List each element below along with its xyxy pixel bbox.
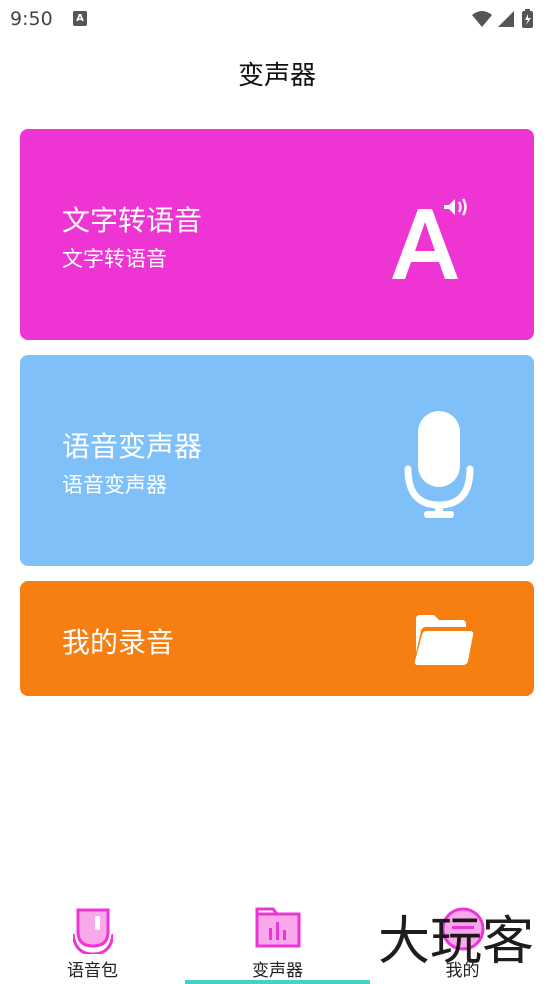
status-bar: 9:50 A	[0, 0, 554, 38]
voice-changer-icon	[255, 906, 301, 952]
card-title: 文字转语音	[62, 204, 203, 237]
card-subtitle: 语音变声器	[62, 473, 167, 497]
nav-item-voice-pack[interactable]: 语音包	[0, 896, 185, 984]
voice-changer-card[interactable]: 语音变声器 语音变声器	[20, 355, 534, 566]
folder-icon	[412, 613, 474, 671]
card-subtitle: 文字转语音	[62, 247, 167, 271]
text-to-speech-icon	[388, 195, 478, 285]
status-time: 9:50	[10, 8, 53, 30]
my-recordings-card[interactable]: 我的录音	[20, 581, 534, 696]
card-title: 我的录音	[62, 626, 175, 659]
selected-tab-indicator	[185, 980, 370, 984]
nav-label: 语音包	[67, 961, 118, 981]
microphone-icon	[404, 411, 474, 523]
text-to-speech-card[interactable]: 文字转语音 文字转语音	[20, 129, 534, 340]
card-title: 语音变声器	[62, 430, 203, 463]
voice-pack-icon	[71, 906, 114, 958]
nav-item-voice-changer[interactable]: 变声器	[185, 896, 370, 984]
status-icons	[470, 9, 542, 29]
signal-battery-icon	[472, 9, 533, 28]
nav-label: 变声器	[252, 961, 303, 981]
page-title: 变声器	[237, 61, 316, 91]
watermark: 大玩客	[378, 912, 535, 972]
app-notification-icon: A	[73, 11, 87, 26]
